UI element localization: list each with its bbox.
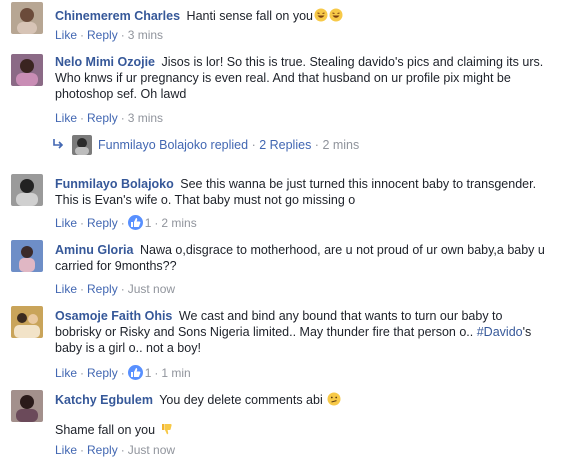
like-link[interactable]: Like [55, 366, 77, 380]
comment-author[interactable]: Chinemerem Charles [55, 9, 180, 23]
timestamp[interactable]: 3 mins [128, 28, 163, 42]
comment-author[interactable]: Funmilayo Bolajoko [55, 177, 174, 191]
reply-link[interactable]: Reply [87, 443, 118, 457]
comment-actions: Like · Reply · Just now [55, 443, 176, 457]
timestamp[interactable]: 3 mins [128, 111, 163, 125]
reply-arrow-icon [52, 138, 72, 152]
like-link[interactable]: Like [55, 216, 77, 230]
comment-text: Shame fall on you [55, 423, 156, 437]
thumbs-down-icon [159, 423, 174, 437]
view-replies-row[interactable]: Funmilayo Bolajoko replied · 2 Replies ·… [52, 134, 359, 156]
timestamp[interactable]: 2 mins [322, 138, 359, 152]
comment-body: Chinemerem Charles Hanti sense fall on y… [55, 8, 548, 24]
comment: Chinemerem Charles Hanti sense fall on y… [0, 0, 562, 44]
reaction-count[interactable]: 1 [145, 216, 152, 230]
comment-body: Katchy Egbulem You dey delete comments a… [55, 392, 548, 408]
comment-actions: Like · Reply · Just now [55, 282, 176, 296]
comment: Funmilayo Bolajoko See this wanna be jus… [0, 170, 562, 232]
comment: Aminu Gloria Nawa o,disgrace to motherho… [0, 236, 562, 298]
comment-author[interactable]: Katchy Egbulem [55, 393, 153, 407]
comment-author[interactable]: Osamoje Faith Ohis [55, 309, 172, 323]
like-reaction-icon[interactable] [127, 215, 143, 230]
hashtag-link[interactable]: #Davido [477, 325, 523, 339]
avatar[interactable] [11, 306, 43, 338]
reply-link[interactable]: Reply [87, 111, 118, 125]
timestamp[interactable]: Just now [128, 443, 175, 457]
like-link[interactable]: Like [55, 282, 77, 296]
timestamp[interactable]: 2 mins [161, 216, 196, 230]
like-link[interactable]: Like [55, 111, 77, 125]
avatar[interactable] [11, 240, 43, 272]
avatar[interactable] [11, 390, 43, 422]
reply-link[interactable]: Reply [87, 28, 118, 42]
timestamp[interactable]: 1 min [161, 366, 190, 380]
like-link[interactable]: Like [55, 28, 77, 42]
replies-count[interactable]: 2 Replies [259, 138, 311, 152]
comment-text: Hanti sense fall on you [186, 9, 314, 23]
reply-link[interactable]: Reply [87, 366, 118, 380]
reaction-count[interactable]: 1 [145, 366, 152, 380]
reply-link[interactable]: Reply [87, 282, 118, 296]
comment-body: Funmilayo Bolajoko See this wanna be jus… [55, 176, 548, 208]
comment-body: Nelo Mimi Ozojie Jisos is lor! So this i… [55, 54, 548, 102]
confused-face-icon [326, 392, 341, 407]
comment-actions: Like · Reply · 3 mins [55, 28, 164, 42]
avatar[interactable] [11, 54, 43, 86]
comment-author[interactable]: Aminu Gloria [55, 243, 133, 257]
like-link[interactable]: Like [55, 443, 77, 457]
comment-author[interactable]: Nelo Mimi Ozojie [55, 55, 155, 69]
laughing-icon [313, 8, 328, 23]
like-reaction-icon[interactable] [127, 365, 143, 380]
timestamp[interactable]: Just now [128, 282, 175, 296]
comment-actions: Like · Reply · 3 mins [55, 111, 164, 125]
comment-actions: Like · Reply · 1 · 1 min [55, 365, 191, 380]
replier-name[interactable]: Funmilayo Bolajoko replied [98, 138, 248, 152]
laughing-icon [328, 8, 343, 23]
avatar[interactable] [11, 2, 43, 34]
reply-link[interactable]: Reply [87, 216, 118, 230]
comment: Katchy Egbulem You dey delete comments a… [0, 386, 562, 465]
comment-body: Aminu Gloria Nawa o,disgrace to motherho… [55, 242, 548, 274]
avatar[interactable] [72, 135, 92, 155]
avatar[interactable] [11, 174, 43, 206]
comment-text: You dey delete comments abi [159, 393, 323, 407]
comment-actions: Like · Reply · 1 · 2 mins [55, 215, 197, 230]
comment-body-second-line: Shame fall on you [55, 422, 548, 438]
comment-body: Osamoje Faith Ohis We cast and bind any … [55, 308, 548, 356]
comment: Nelo Mimi Ozojie Jisos is lor! So this i… [0, 50, 562, 132]
comment: Osamoje Faith Ohis We cast and bind any … [0, 302, 562, 382]
